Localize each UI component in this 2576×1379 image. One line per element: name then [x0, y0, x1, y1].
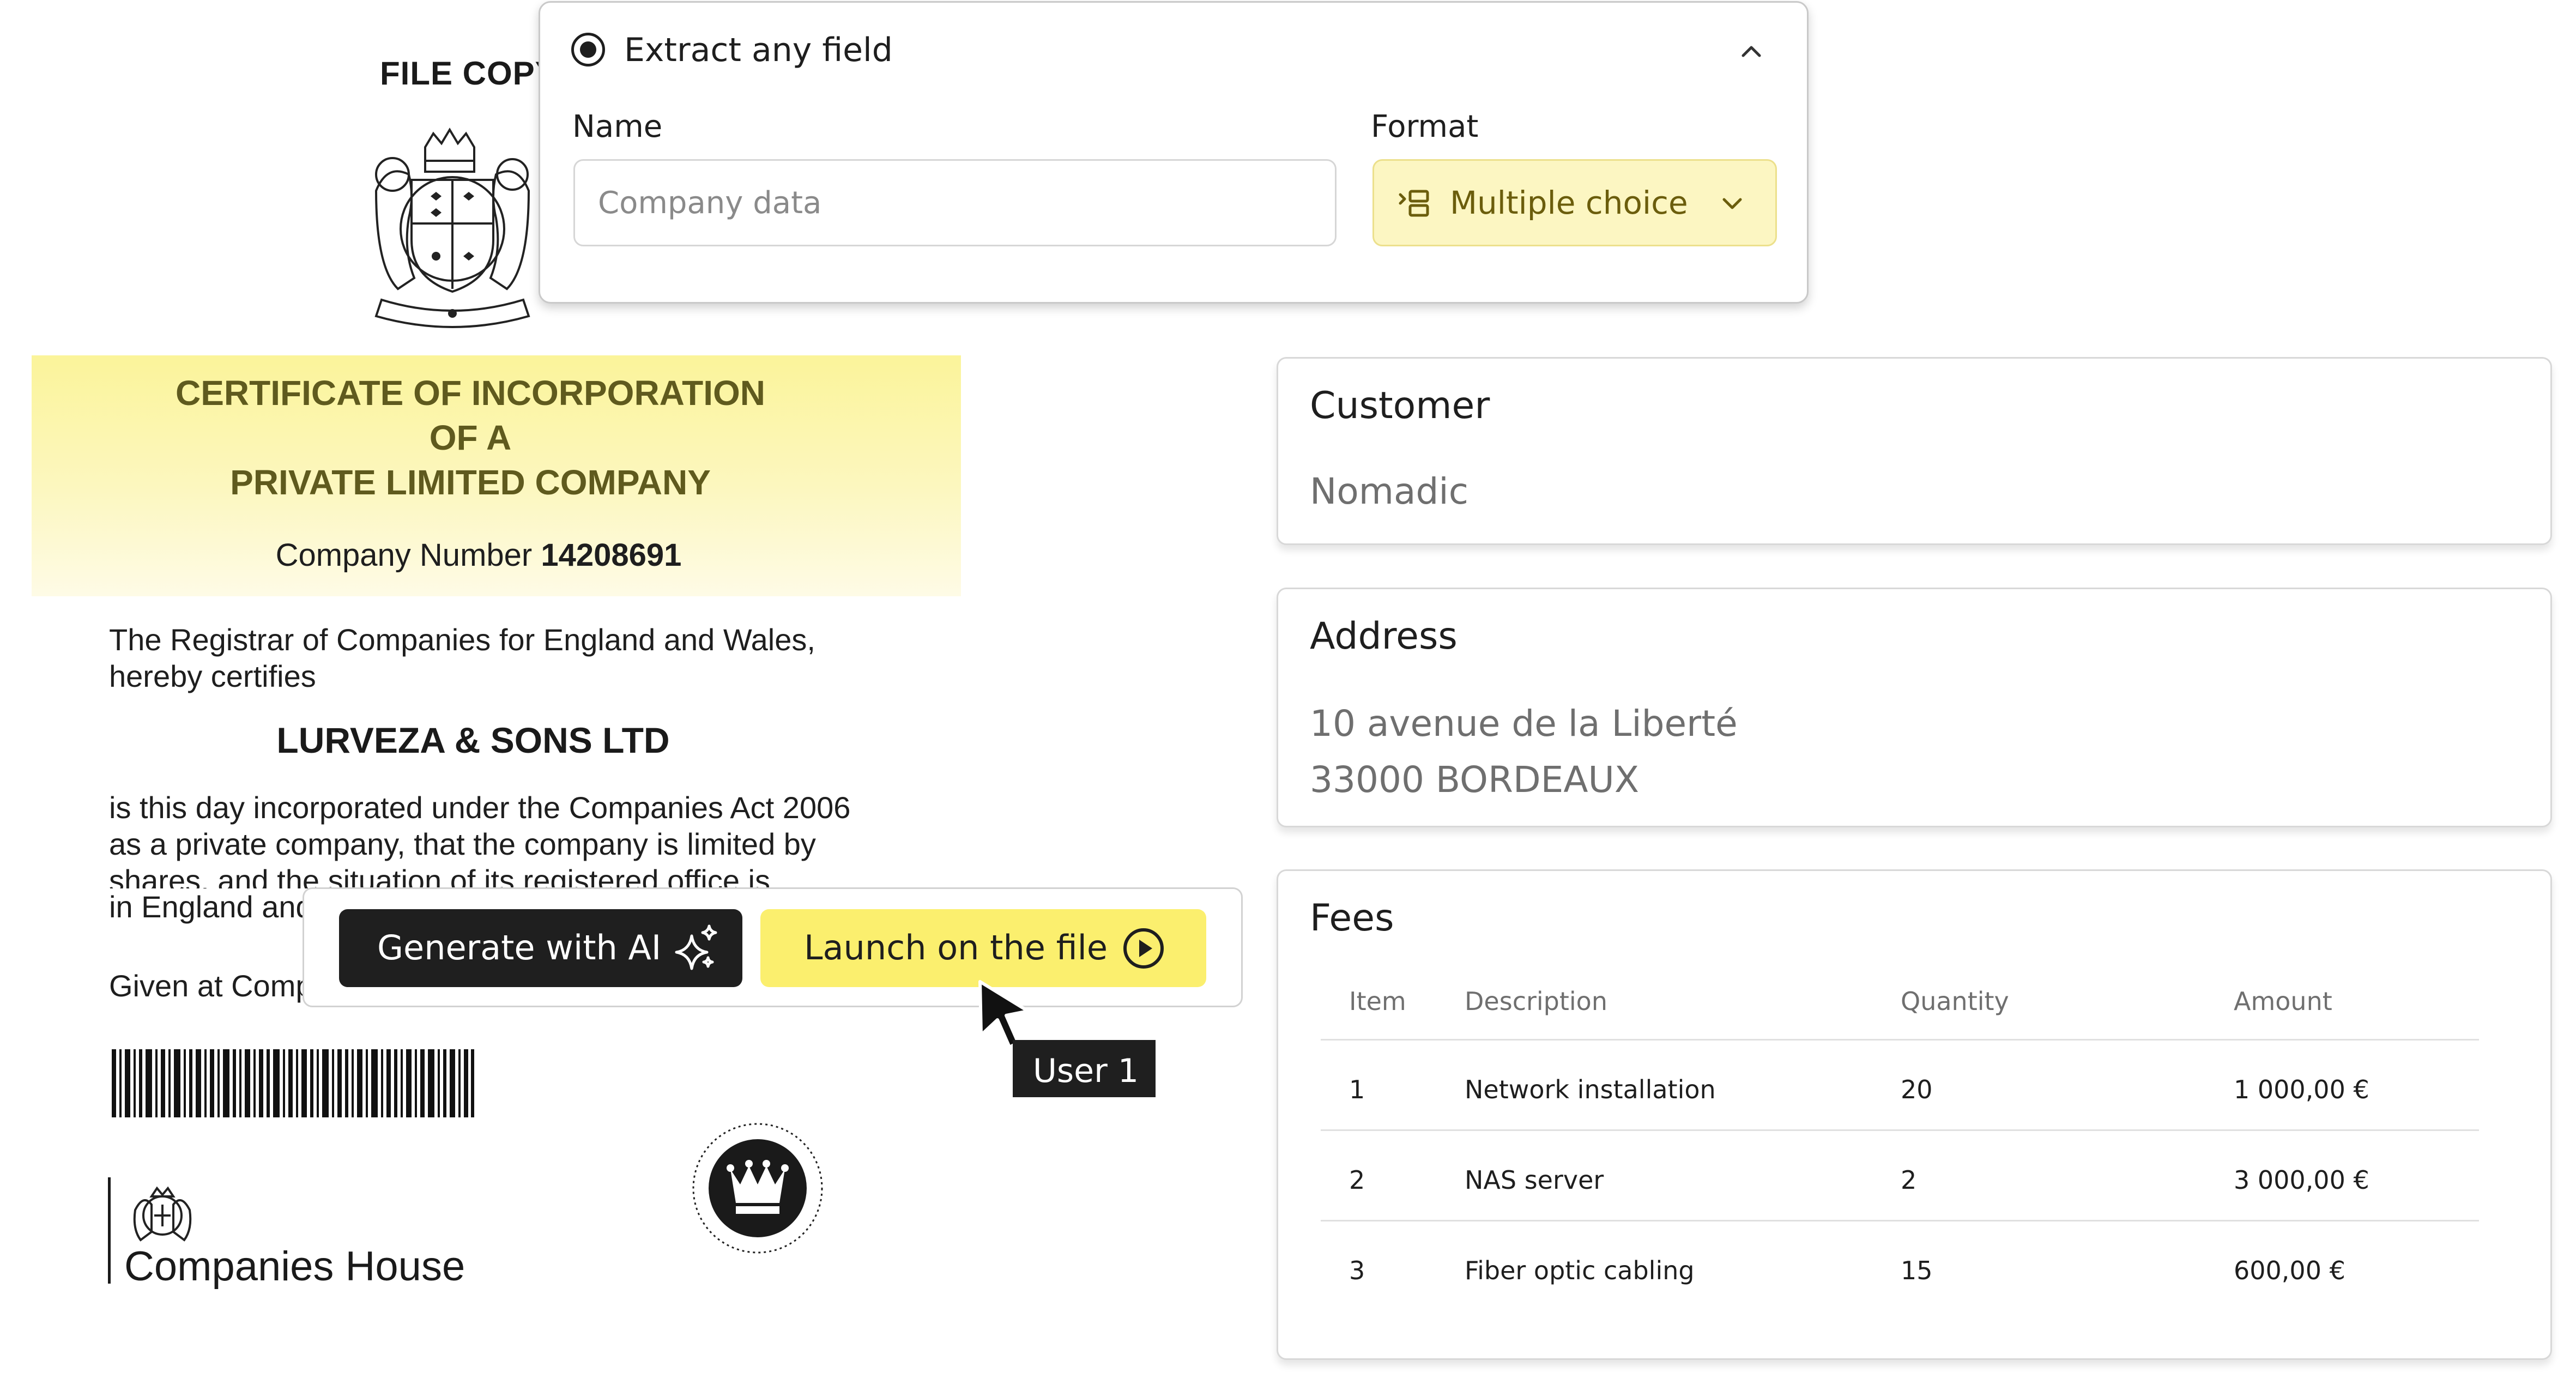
name-input[interactable] — [573, 159, 1337, 246]
name-field-label: Name — [572, 109, 663, 144]
extract-panel-title: Extract any field — [624, 31, 893, 69]
incorporation-line: as a private company, that the company i… — [109, 827, 816, 861]
address-line: 33000 BORDEAUX — [1310, 759, 1640, 801]
fees-header-divider — [1321, 1039, 2479, 1041]
fees-cell-description: Fiber optic cabling — [1465, 1256, 1695, 1285]
certificate-title: CERTIFICATE OF INCORPORATION OF A PRIVAT… — [32, 371, 909, 505]
fees-cell-item: 1 — [1349, 1075, 1365, 1104]
fees-cell-amount: 3 000,00 € — [2234, 1165, 2369, 1195]
certificate-title-line: CERTIFICATE OF INCORPORATION — [175, 373, 766, 413]
fees-cell-amount: 600,00 € — [2234, 1256, 2345, 1285]
multiple-choice-icon — [1399, 190, 1429, 217]
launch-on-file-label: Launch on the file — [804, 928, 1108, 967]
companies-house-logo-text: Companies House — [124, 1243, 465, 1290]
format-field-label: Format — [1371, 109, 1479, 144]
incorporation-line: is this day incorporated under the Compa… — [109, 790, 851, 825]
play-circle-icon — [1123, 928, 1164, 969]
fees-card[interactable] — [1277, 869, 2552, 1360]
fees-column-header-quantity: Quantity — [1901, 987, 2009, 1016]
address-card-title: Address — [1310, 615, 1458, 658]
fees-cell-quantity: 20 — [1901, 1075, 1933, 1104]
fees-column-header-item: Item — [1349, 987, 1406, 1016]
cursor-user-label: User 1 — [1033, 1052, 1139, 1090]
address-line: 10 avenue de la Liberté — [1310, 703, 1738, 745]
royal-coat-of-arms-icon — [374, 128, 530, 328]
fees-cell-quantity: 2 — [1901, 1165, 1917, 1195]
generate-with-ai-label: Generate with AI — [377, 928, 662, 967]
incorporation-line: shares, and the situation of its registe… — [109, 863, 770, 888]
companies-house-crest-icon — [133, 1186, 192, 1242]
company-number-label: Company Number — [275, 537, 533, 573]
fees-row-divider — [1321, 1129, 2479, 1131]
company-number-value: 14208691 — [541, 537, 682, 573]
fees-cell-item: 3 — [1349, 1256, 1365, 1285]
registrar-text: The Registrar of Companies for England a… — [109, 622, 815, 693]
format-select-value: Multiple choice — [1450, 184, 1688, 221]
file-copy-heading: FILE COPY — [380, 55, 558, 92]
chevron-down-icon — [1722, 198, 1742, 209]
fees-cell-quantity: 15 — [1901, 1256, 1933, 1285]
fees-cell-item: 2 — [1349, 1165, 1365, 1195]
fees-cell-description: NAS server — [1465, 1165, 1604, 1195]
fees-cell-description: Network installation — [1465, 1075, 1716, 1104]
extract-field-radio[interactable] — [571, 33, 605, 66]
company-number: Company Number 14208691 — [32, 537, 926, 573]
fees-card-title: Fees — [1310, 897, 1394, 940]
company-name: LURVEZA & SONS LTD — [276, 720, 670, 760]
certificate-title-line: OF A — [429, 418, 512, 457]
companies-house-logo-bar — [108, 1177, 111, 1284]
address-card-value: 10 avenue de la Liberté 33000 BORDEAUX — [1310, 695, 1738, 808]
fees-row-divider — [1321, 1220, 2479, 1221]
fees-cell-amount: 1 000,00 € — [2234, 1075, 2369, 1104]
official-seal-icon — [692, 1123, 823, 1254]
barcode — [112, 1049, 474, 1117]
fees-column-header-amount: Amount — [2234, 987, 2332, 1016]
sparkle-icon — [675, 924, 717, 970]
customer-card-title: Customer — [1310, 384, 1490, 427]
chevron-up-icon[interactable] — [1739, 39, 1764, 64]
customer-card-value: Nomadic — [1310, 470, 1469, 512]
fees-column-header-description: Description — [1465, 987, 1607, 1016]
certificate-title-line: PRIVATE LIMITED COMPANY — [230, 463, 711, 502]
